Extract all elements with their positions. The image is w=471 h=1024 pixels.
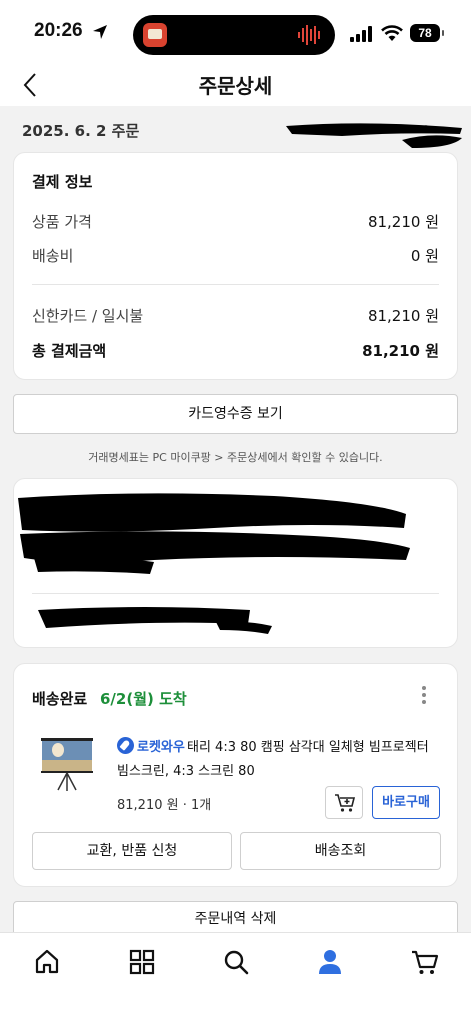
my-coupang-icon[interactable]	[315, 947, 345, 977]
add-to-cart-button[interactable]	[325, 786, 363, 819]
payment-total-value: 81,210 원	[362, 342, 439, 360]
payment-row-label: 배송비	[32, 247, 74, 265]
payment-row-item-price: 상품 가격 81,210 원	[32, 211, 439, 233]
buy-now-button[interactable]: 바로구매	[372, 786, 440, 819]
payment-row-value: 0 원	[410, 247, 439, 265]
wifi-icon	[381, 25, 403, 41]
cart-plus-icon	[335, 794, 356, 812]
payment-row-label: 신한카드 / 일시불	[32, 307, 144, 325]
card-receipt-button[interactable]: 카드영수증 보기	[13, 394, 458, 434]
payment-total-label: 총 결제금액	[32, 342, 107, 360]
receipt-note: 거래명세표는 PC 마이쿠팡 > 주문상세에서 확인할 수 있습니다.	[88, 451, 383, 464]
order-date: 2025. 6. 2 주문	[22, 122, 140, 140]
payment-row-value: 81,210 원	[367, 213, 439, 231]
more-options-icon[interactable]	[421, 686, 427, 708]
product-price-quantity: 81,210 원 · 1개	[117, 798, 212, 813]
payment-row-card: 신한카드 / 일시불 81,210 원	[32, 305, 439, 327]
product-thumbnail[interactable]	[40, 734, 94, 792]
redaction-scribble	[38, 607, 272, 634]
track-delivery-button[interactable]: 배송조회	[240, 832, 441, 870]
bottom-tab-bar	[0, 932, 471, 1024]
divider	[32, 593, 439, 594]
audio-wave-icon	[298, 25, 320, 45]
page-header: 주문상세	[0, 64, 471, 106]
battery-indicator: 78	[410, 24, 444, 42]
delivery-arrival-date: 6/2(월) 도착	[100, 690, 187, 708]
payment-row-total: 총 결제금액 81,210 원	[32, 340, 439, 362]
redaction-scribble	[286, 123, 462, 148]
status-time: 20:26	[34, 20, 83, 41]
dynamic-island	[133, 15, 335, 55]
location-arrow-icon	[93, 25, 107, 39]
search-icon[interactable]	[221, 947, 251, 977]
live-activity-app-icon	[143, 23, 167, 47]
exchange-return-button[interactable]: 교환, 반품 신청	[32, 832, 232, 870]
delivery-status: 배송완료	[32, 690, 88, 708]
payment-info-card: 결제 정보 상품 가격 81,210 원 배송비 0 원 신한카드 / 일시불 …	[13, 152, 458, 380]
cellular-signal-icon	[350, 26, 372, 42]
page-title: 주문상세	[198, 74, 273, 98]
product-name[interactable]: 태리 4:3 80 캠핑 삼각대 일체형 빔프로젝터 빔스크린, 4:3 스크린…	[117, 736, 443, 784]
delivery-card: 배송완료 6/2(월) 도착 로켓와우 태리 4:3 80 캠핑 삼각대 일체형…	[13, 663, 458, 887]
payment-row-value: 81,210 원	[367, 307, 439, 325]
home-icon[interactable]	[32, 947, 62, 977]
status-bar: 20:26 78	[0, 0, 471, 64]
category-grid-icon[interactable]	[127, 947, 157, 977]
payment-row-label: 상품 가격	[32, 213, 92, 231]
cart-icon[interactable]	[410, 947, 440, 977]
payment-title: 결제 정보	[32, 173, 93, 191]
payment-row-shipping: 배송비 0 원	[32, 245, 439, 267]
divider	[32, 284, 439, 285]
redaction-scribble	[18, 493, 410, 574]
